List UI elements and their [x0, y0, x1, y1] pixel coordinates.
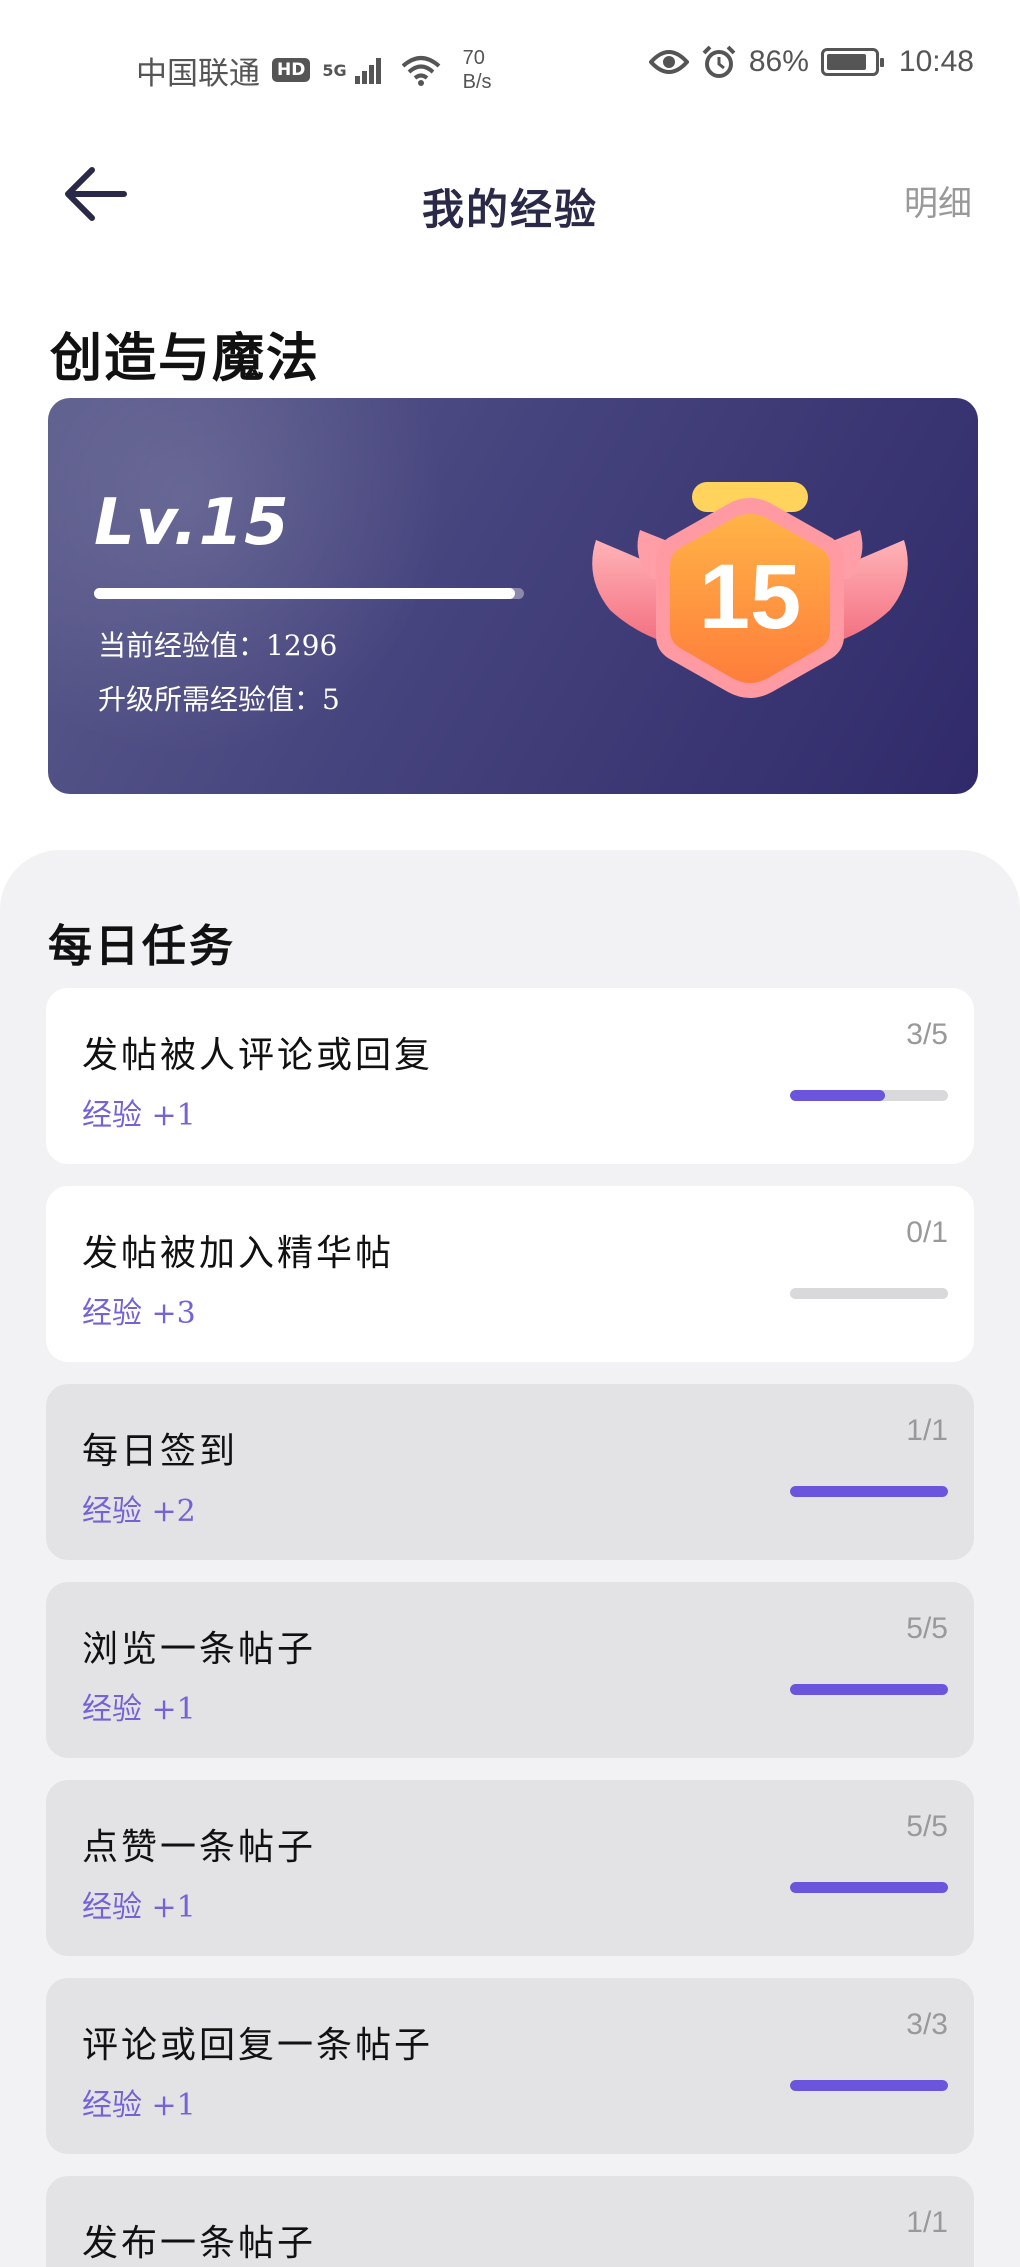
task-name: 发帖被加入精华帖 [82, 1233, 395, 1274]
wifi-icon [401, 56, 440, 86]
task-name: 点赞一条帖子 [82, 1827, 317, 1868]
carrier-name: 中国联通 [136, 55, 260, 92]
task-count: 0/1 [906, 1216, 948, 1249]
task-progress-fill [790, 2080, 948, 2091]
task-count: 1/1 [906, 2206, 948, 2239]
network-type: 5G [322, 60, 347, 80]
level-progress-fill [94, 588, 516, 599]
current-exp: 当前经验值：1296 [98, 629, 338, 662]
task-card[interactable]: 每日签到经验 +2 1/1 [46, 1384, 974, 1560]
task-count: 3/3 [906, 2008, 948, 2041]
hd-icon: HD [272, 58, 311, 82]
task-name: 评论或回复一条帖子 [82, 2025, 434, 2066]
level-badge-icon: 15 [592, 482, 908, 698]
level-progress-bar [94, 588, 524, 599]
task-count: 1/1 [906, 1414, 948, 1447]
task-reward: 经验 +1 [82, 1890, 196, 1925]
task-card[interactable]: 评论或回复一条帖子经验 +1 3/3 [46, 1978, 974, 2154]
task-progress-fill [790, 1882, 948, 1893]
task-reward: 经验 +3 [82, 1296, 196, 1331]
daily-tasks-section: 每日任务 发帖被人评论或回复经验 +1 3/5 发帖被加入精华帖经验 +3 0/1 每日… [0, 850, 1020, 2267]
task-progress-bar [790, 1090, 948, 1101]
net-speed-unit: B/s [462, 71, 492, 93]
game-title: 创造与魔法 [50, 328, 321, 389]
task-name: 发布一条帖子 [82, 2223, 317, 2264]
header: 我的经验 明细 [0, 150, 1020, 250]
signal-icon [354, 56, 385, 84]
eye-icon [648, 50, 689, 74]
section-title: 每日任务 [48, 921, 236, 972]
task-card[interactable]: 发布一条帖子 1/1 [46, 2176, 974, 2267]
level-card: Lv.15 当前经验值：1296 升级所需经验值：5 15 [48, 398, 978, 794]
task-reward: 经验 +1 [82, 1692, 196, 1727]
level-label: Lv.15 [94, 486, 290, 560]
status-bar: 中国联通 HD 5G 70 B/s 86% 10:48 [0, 0, 1020, 130]
task-progress-bar [790, 2080, 948, 2091]
task-count: 5/5 [906, 1612, 948, 1645]
needed-exp: 升级所需经验值：5 [98, 683, 340, 716]
task-progress-bar [790, 1486, 948, 1497]
task-progress-fill [790, 1090, 885, 1101]
net-speed-value: 70 [462, 47, 485, 69]
battery-fill [826, 54, 867, 70]
task-count: 3/5 [906, 1018, 948, 1051]
task-reward: 经验 +2 [82, 1494, 196, 1529]
battery-percent: 86% [748, 45, 809, 78]
task-card[interactable]: 浏览一条帖子经验 +1 5/5 [46, 1582, 974, 1758]
task-progress-bar [790, 1882, 948, 1893]
net-speed: 70 B/s [463, 46, 492, 94]
task-reward: 经验 +1 [82, 1098, 196, 1133]
task-card[interactable]: 发帖被人评论或回复经验 +1 3/5 [46, 988, 974, 1164]
battery-icon [820, 48, 884, 76]
details-link[interactable]: 明细 [904, 176, 972, 225]
task-name: 浏览一条帖子 [82, 1629, 317, 1670]
status-left: 中国联通 HD 5G 70 B/s [136, 46, 492, 94]
task-name: 每日签到 [82, 1431, 239, 1472]
page-title: 我的经验 [421, 185, 598, 234]
clock: 10:48 [898, 45, 974, 78]
status-right: 86% 10:48 [648, 44, 974, 80]
task-progress-bar [790, 1684, 948, 1695]
task-reward: 经验 +1 [82, 2088, 196, 2123]
task-progress-fill [790, 1684, 948, 1695]
task-name: 发帖被人评论或回复 [82, 1035, 434, 1076]
badge-level-number: 15 [699, 546, 801, 648]
task-card[interactable]: 点赞一条帖子经验 +1 5/5 [46, 1780, 974, 1956]
task-card[interactable]: 发帖被加入精华帖经验 +3 0/1 [46, 1186, 974, 1362]
task-count: 5/5 [906, 1810, 948, 1843]
alarm-icon [702, 45, 736, 78]
task-progress-fill [790, 1486, 948, 1497]
task-progress-bar [790, 1288, 948, 1299]
